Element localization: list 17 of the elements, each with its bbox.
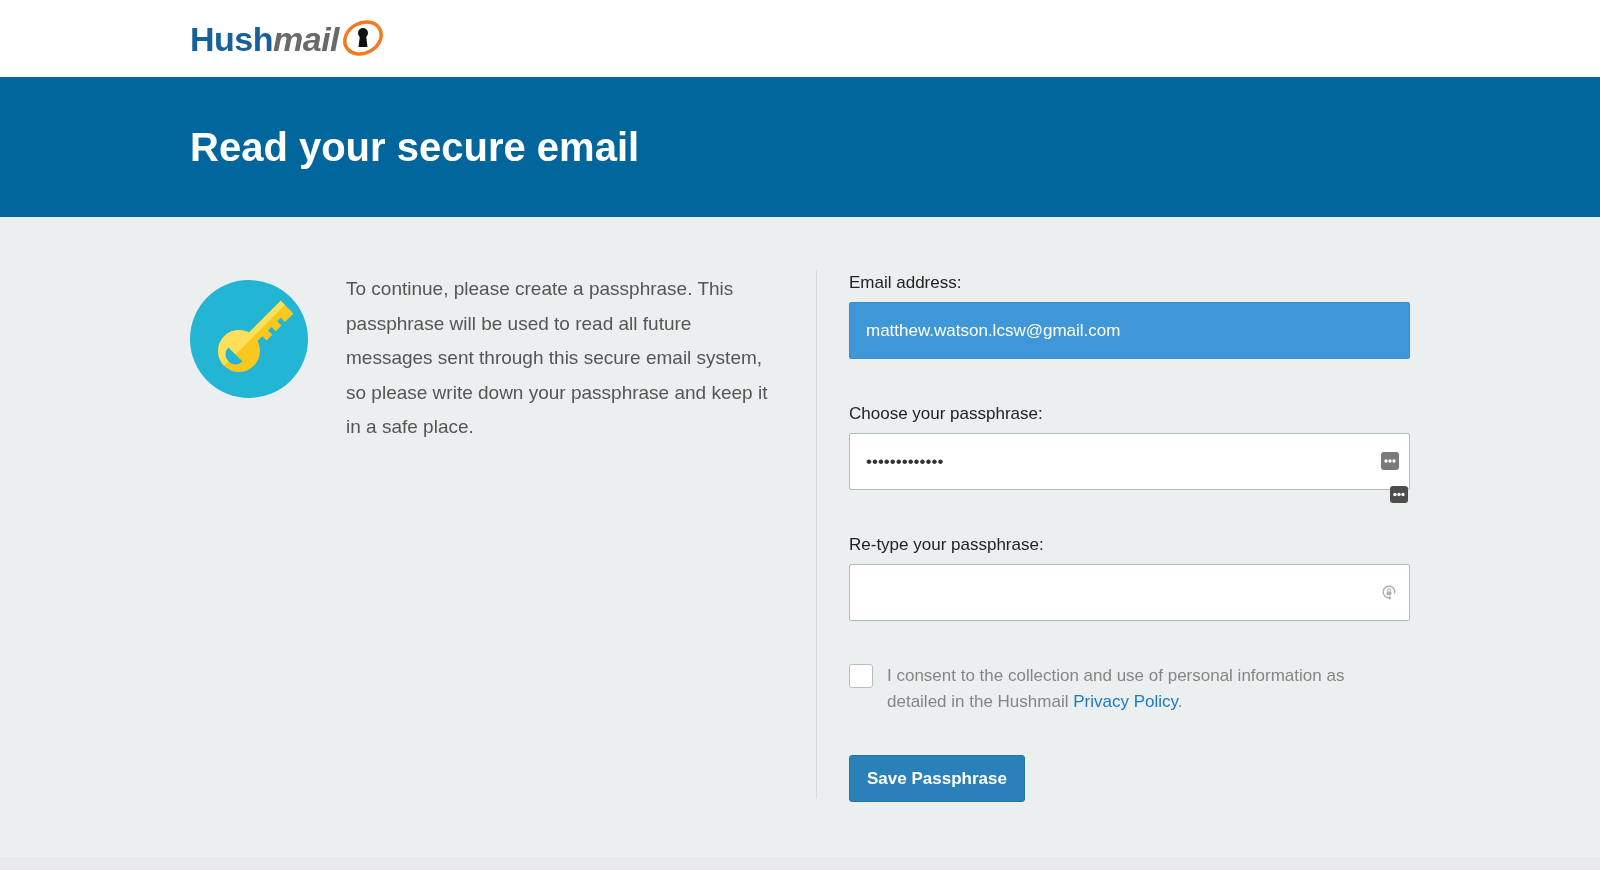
email-field[interactable]: matthew.watson.lcsw@gmail.com (849, 302, 1410, 359)
page-title: Read your secure email (190, 124, 640, 171)
lock-refresh-icon (1381, 584, 1397, 600)
consent-checkbox[interactable] (849, 664, 873, 688)
key-icon (190, 280, 308, 398)
field-label: Email address: (849, 272, 963, 294)
save-passphrase-button[interactable]: Save Passphrase (849, 755, 1025, 802)
privacy-policy-link[interactable]: Privacy Policy (1073, 692, 1178, 711)
field-label: Re-type your passphrase: (849, 534, 1045, 556)
passphrase-field[interactable]: ••••••••••••• (849, 433, 1410, 490)
password-manager-icon (1390, 486, 1408, 503)
field-label: Choose your passphrase: (849, 403, 1044, 425)
logo-wordmark: Hushmail (190, 21, 340, 56)
password-manager-icon (1381, 452, 1399, 470)
passphrase-confirm-field[interactable] (849, 564, 1410, 621)
consent-text: I consent to the collection and use of personal information as detailed in the Hushmail Privacy Policy. (887, 665, 1346, 713)
intro-paragraph: To continue, please create a passphrase. This passphrase will be used to read all future messages sent through this secure email system, so please write down your passphrase and keep it in a safe place. (346, 277, 769, 440)
